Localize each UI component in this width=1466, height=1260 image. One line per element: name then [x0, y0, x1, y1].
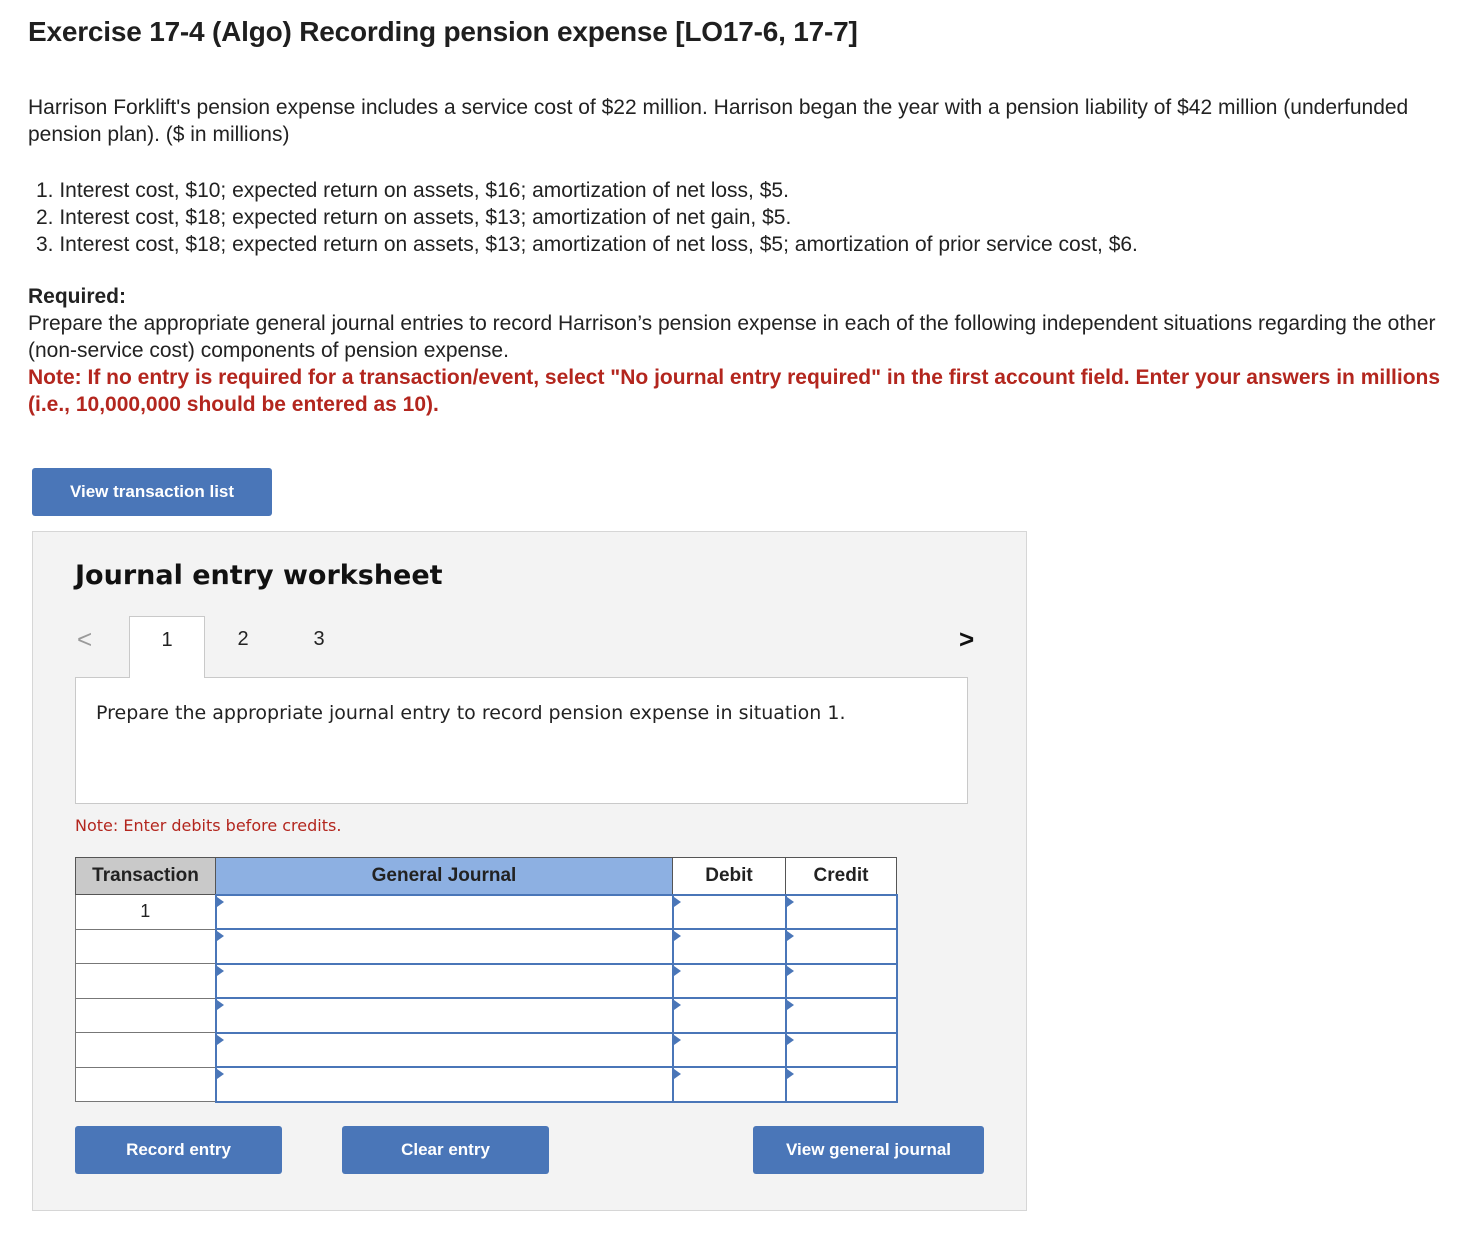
credit-input[interactable]	[784, 1031, 898, 1068]
transaction-cell	[75, 963, 216, 999]
tab-situation-3[interactable]: 3	[281, 616, 357, 678]
account-dropdown[interactable]	[214, 962, 674, 999]
table-row	[75, 997, 898, 1034]
debit-input[interactable]	[671, 962, 787, 999]
view-transaction-list-button[interactable]: View transaction list	[32, 468, 272, 516]
debit-input[interactable]	[671, 893, 787, 930]
transaction-cell	[75, 997, 216, 1033]
debit-credit-note: Note: Enter debits before credits.	[75, 816, 342, 835]
tab-label: 3	[313, 628, 325, 650]
column-header-transaction: Transaction	[75, 857, 216, 895]
exercise-intro: Harrison Forklift's pension expense incl…	[28, 96, 1409, 146]
table-header-row: Transaction General Journal Debit Credit	[75, 857, 897, 895]
situation-item: 1. Interest cost, $10; expected return o…	[36, 179, 789, 202]
table-row: 1	[75, 893, 898, 930]
table-row	[75, 928, 898, 965]
debit-input[interactable]	[671, 1031, 787, 1068]
account-dropdown[interactable]	[214, 893, 674, 930]
debit-input[interactable]	[671, 997, 787, 1034]
situation-item: 2. Interest cost, $18; expected return o…	[36, 206, 792, 229]
transaction-cell: 1	[75, 894, 216, 930]
transaction-cell	[75, 1032, 216, 1068]
situation-item: 3. Interest cost, $18; expected return o…	[36, 233, 1138, 256]
table-row	[75, 962, 898, 999]
worksheet-title: Journal entry worksheet	[75, 560, 443, 591]
chevron-left-icon[interactable]: <	[77, 624, 92, 655]
table-row	[75, 1066, 898, 1103]
tab-situation-2[interactable]: 2	[205, 616, 281, 678]
required-text: Prepare the appropriate general journal …	[28, 312, 1436, 362]
tab-situation-1[interactable]: 1	[129, 616, 205, 678]
account-dropdown[interactable]	[214, 1031, 674, 1068]
instruction-note: Note: If no entry is required for a tran…	[28, 366, 1441, 416]
column-header-general-journal: General Journal	[215, 857, 673, 895]
journal-entry-worksheet: Journal entry worksheet < 1 2 3 > Prepar…	[32, 531, 1027, 1211]
transaction-cell	[75, 928, 216, 964]
column-header-credit: Credit	[785, 857, 897, 895]
prompt-text: Prepare the appropriate journal entry to…	[96, 702, 846, 724]
exercise-title: Exercise 17-4 (Algo) Recording pension e…	[28, 16, 858, 47]
chevron-right-icon[interactable]: >	[959, 624, 974, 655]
debit-input[interactable]	[671, 928, 787, 965]
credit-input[interactable]	[784, 962, 898, 999]
credit-input[interactable]	[784, 893, 898, 930]
credit-input[interactable]	[784, 928, 898, 965]
required-section: Required: Prepare the appropriate genera…	[28, 283, 1448, 418]
table-row	[75, 1031, 898, 1068]
column-header-debit: Debit	[672, 857, 786, 895]
record-entry-button[interactable]: Record entry	[75, 1126, 282, 1174]
debit-input[interactable]	[671, 1066, 787, 1103]
account-dropdown[interactable]	[214, 928, 674, 965]
journal-table: Transaction General Journal Debit Credit…	[75, 857, 898, 1103]
tab-label: 1	[161, 629, 173, 651]
required-heading: Required:	[28, 285, 127, 308]
credit-input[interactable]	[784, 997, 898, 1034]
account-dropdown[interactable]	[214, 1066, 674, 1103]
situation-list: 1. Interest cost, $10; expected return o…	[36, 177, 1138, 258]
clear-entry-button[interactable]: Clear entry	[342, 1126, 549, 1174]
view-general-journal-button[interactable]: View general journal	[753, 1126, 984, 1174]
tab-label: 2	[237, 628, 249, 650]
transaction-cell	[75, 1066, 216, 1102]
credit-input[interactable]	[784, 1066, 898, 1103]
account-dropdown[interactable]	[214, 997, 674, 1034]
prompt-box: Prepare the appropriate journal entry to…	[75, 677, 968, 804]
